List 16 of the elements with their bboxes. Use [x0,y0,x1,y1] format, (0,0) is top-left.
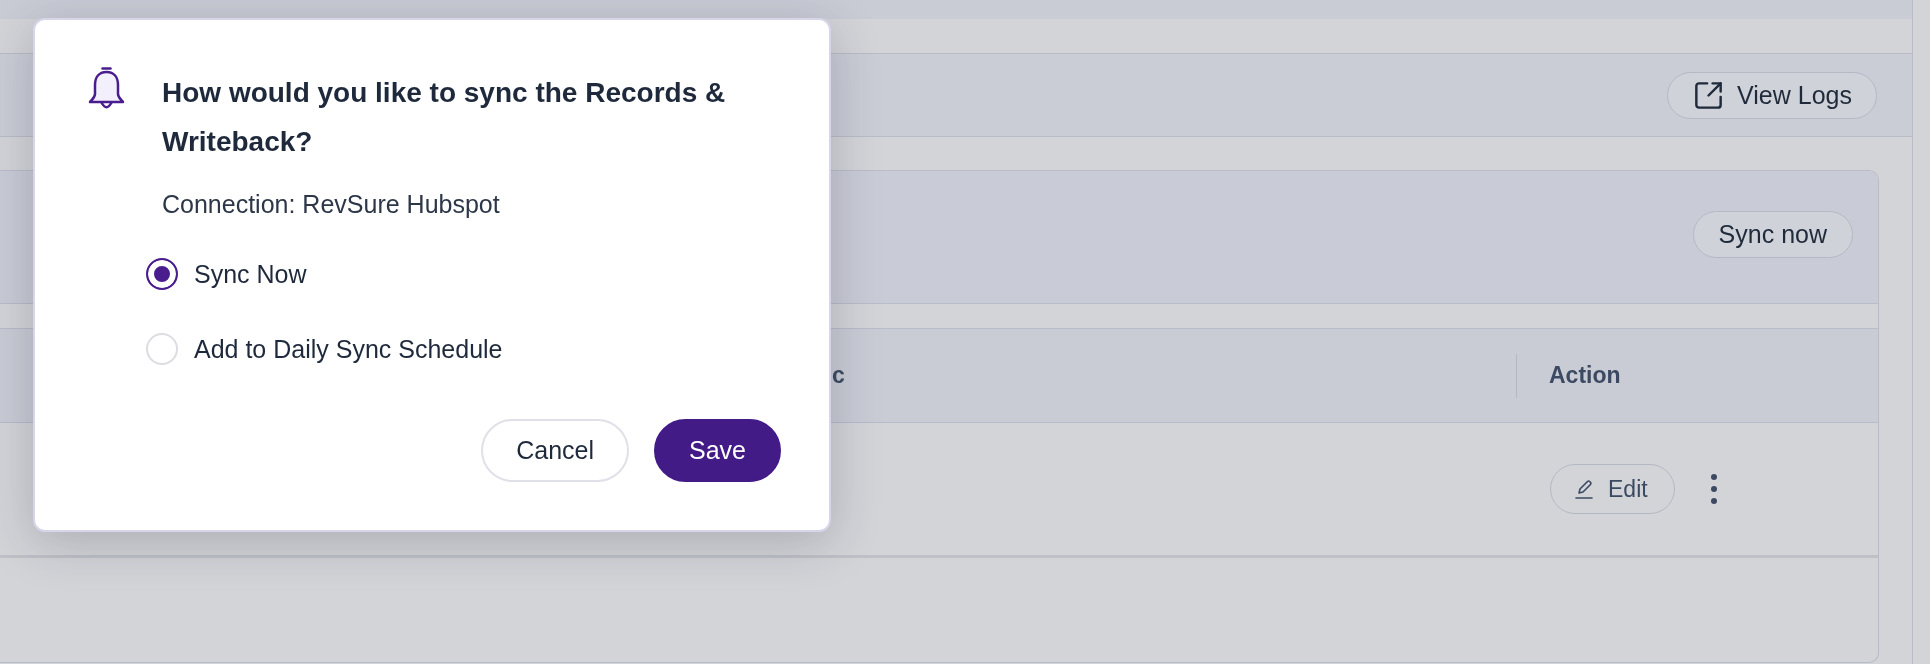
edit-button[interactable]: Edit [1550,464,1675,514]
radio-label[interactable]: Add to Daily Sync Schedule [194,334,503,364]
bell-icon [88,67,125,110]
radio-button[interactable] [146,258,178,290]
dialog-title: How would you like to sync the Records & Writeback? [162,76,727,159]
radio-label[interactable]: Sync Now [194,259,307,289]
view-logs-button[interactable]: View Logs [1667,71,1877,119]
cancel-button[interactable]: Cancel [481,419,629,482]
save-button[interactable]: Save [654,419,781,482]
connection-label: Connection: RevSure Hubspot [162,189,501,220]
external-link-icon [1695,81,1723,109]
column-header: Action [1549,362,1621,389]
more-options-icon[interactable] [1710,474,1717,504]
sync-now-button[interactable]: Sync now [1692,210,1853,258]
pencil-icon [1575,479,1593,499]
column-header: c [832,362,845,389]
